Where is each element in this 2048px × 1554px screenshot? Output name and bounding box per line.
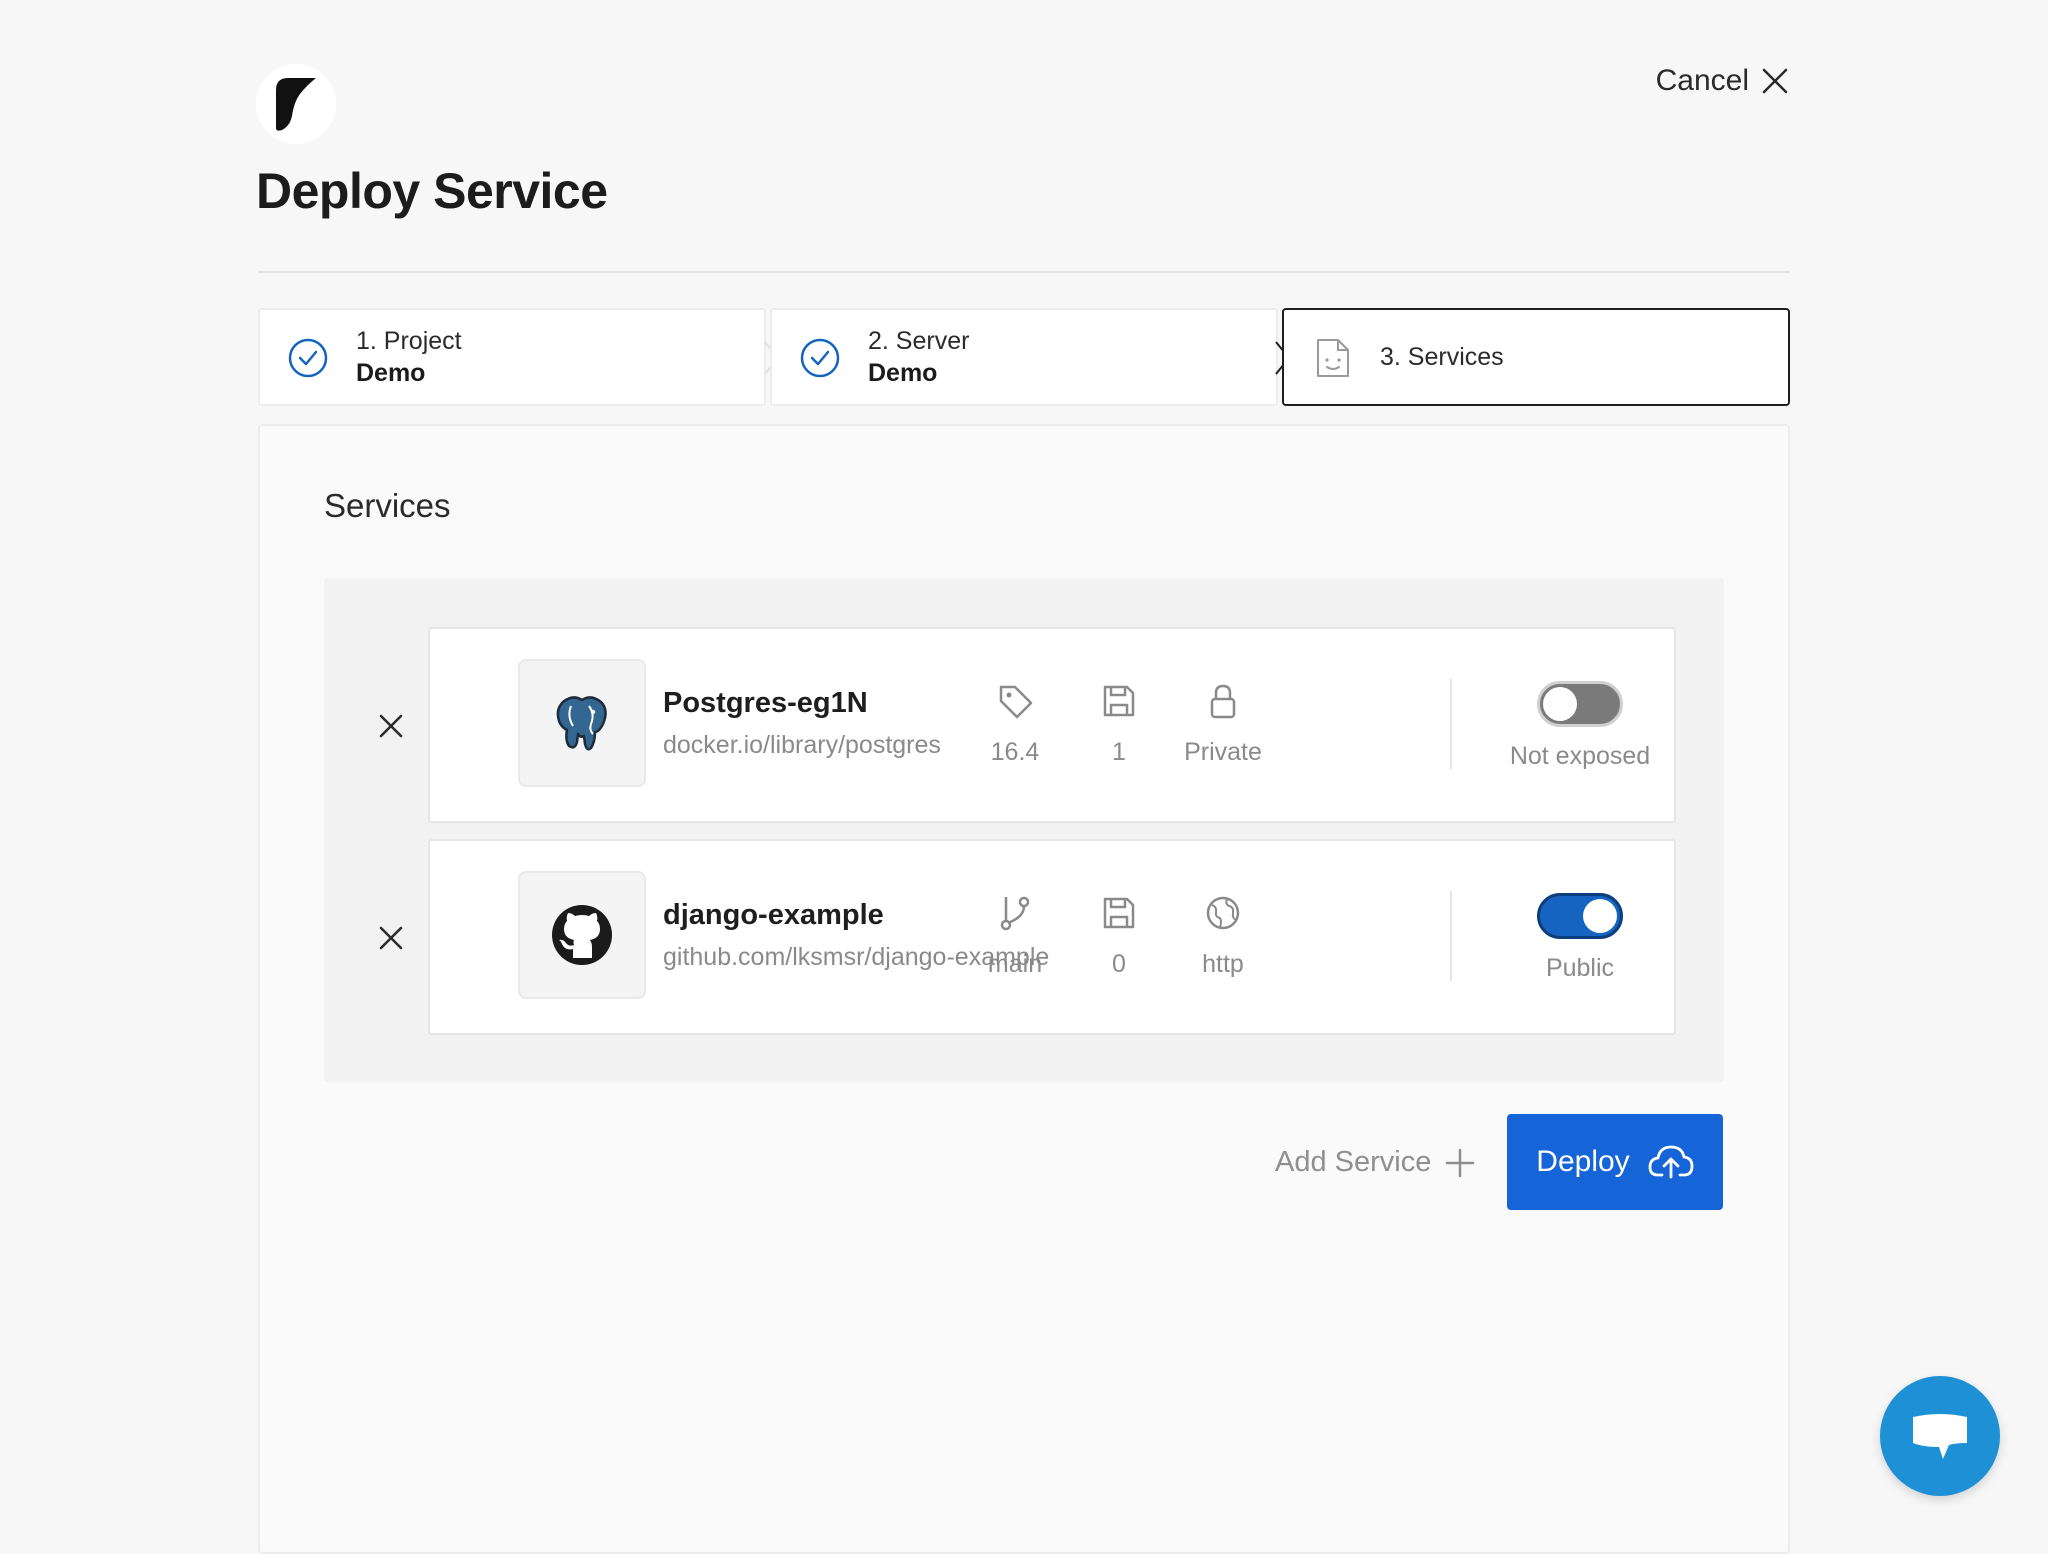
add-service-label: Add Service — [1275, 1146, 1432, 1178]
check-circle-icon — [800, 338, 840, 378]
tag-icon — [999, 685, 1033, 719]
divider — [1450, 679, 1452, 769]
exposure-control: Public — [1470, 893, 1690, 983]
postgres-elephant-icon — [556, 696, 607, 751]
header-divider — [258, 271, 1790, 273]
chat-button[interactable] — [1880, 1376, 2000, 1496]
exposure-label: Public — [1545, 954, 1615, 982]
cancel-button[interactable]: Cancel — [1656, 64, 1789, 98]
service-card[interactable]: django-example github.com/lksmsr/django-… — [428, 839, 1676, 1035]
meta-label: main — [987, 950, 1043, 978]
meta-visibility: Private — [1163, 681, 1283, 767]
step-label: 2. Server — [868, 327, 970, 355]
step-server[interactable]: 2. Server Demo — [770, 308, 1278, 406]
meta-label: 0 — [1112, 950, 1126, 978]
deploy-button[interactable]: Deploy — [1507, 1114, 1723, 1210]
exposure-control: Not exposed — [1470, 681, 1690, 771]
divider — [1450, 891, 1452, 981]
app-logo — [256, 64, 336, 144]
meta-label: http — [1202, 950, 1244, 978]
remove-service-button[interactable] — [376, 711, 406, 741]
meta-version: 16.4 — [955, 681, 1075, 767]
deploy-label: Deploy — [1536, 1145, 1630, 1178]
git-branch-icon — [1000, 896, 1030, 931]
check-circle-icon — [288, 338, 328, 378]
step-value: Demo — [868, 359, 938, 387]
meta-label: 16.4 — [990, 738, 1040, 766]
service-thumbnail — [518, 659, 646, 787]
cancel-label: Cancel — [1655, 64, 1749, 97]
close-icon — [1762, 68, 1788, 94]
meta-volumes: 1 — [1059, 681, 1179, 767]
lock-icon — [1210, 684, 1236, 719]
service-name: django-example — [663, 899, 884, 931]
floppy-disk-icon — [1103, 897, 1135, 929]
meta-branch: main — [955, 893, 1075, 979]
cloud-upload-icon — [1648, 1145, 1694, 1179]
github-icon — [552, 905, 612, 965]
add-service-button[interactable]: Add Service — [1275, 1146, 1475, 1179]
toggle-knob — [1543, 687, 1577, 721]
meta-protocol: http — [1163, 893, 1283, 979]
meta-label: Private — [1184, 738, 1262, 766]
plus-icon — [1446, 1148, 1475, 1177]
page-title: Deploy Service — [256, 163, 608, 219]
step-project[interactable]: 1. Project Demo — [258, 308, 766, 406]
remove-service-button[interactable] — [376, 923, 406, 953]
globe-icon — [1206, 896, 1240, 930]
meta-label: 1 — [1112, 738, 1126, 766]
expose-toggle[interactable] — [1537, 681, 1623, 727]
meta-volumes: 0 — [1059, 893, 1179, 979]
service-card[interactable]: Postgres-eg1N docker.io/library/postgres… — [428, 627, 1676, 823]
exposure-label: Not exposed — [1509, 742, 1651, 770]
service-source: docker.io/library/postgres — [663, 731, 941, 759]
step-value: Demo — [356, 359, 426, 387]
service-thumbnail — [518, 871, 646, 999]
service-name: Postgres-eg1N — [663, 687, 868, 719]
floppy-disk-icon — [1103, 685, 1135, 717]
step-services[interactable]: 3. Services — [1282, 308, 1790, 406]
chat-bubble-icon — [1913, 1414, 1967, 1459]
section-title: Services — [324, 487, 451, 524]
expose-toggle[interactable] — [1537, 893, 1623, 939]
logo-mark-icon — [276, 78, 316, 131]
file-face-icon — [1317, 339, 1349, 377]
toggle-knob — [1583, 899, 1617, 933]
step-label: 3. Services — [1380, 343, 1504, 371]
step-label: 1. Project — [356, 327, 462, 355]
